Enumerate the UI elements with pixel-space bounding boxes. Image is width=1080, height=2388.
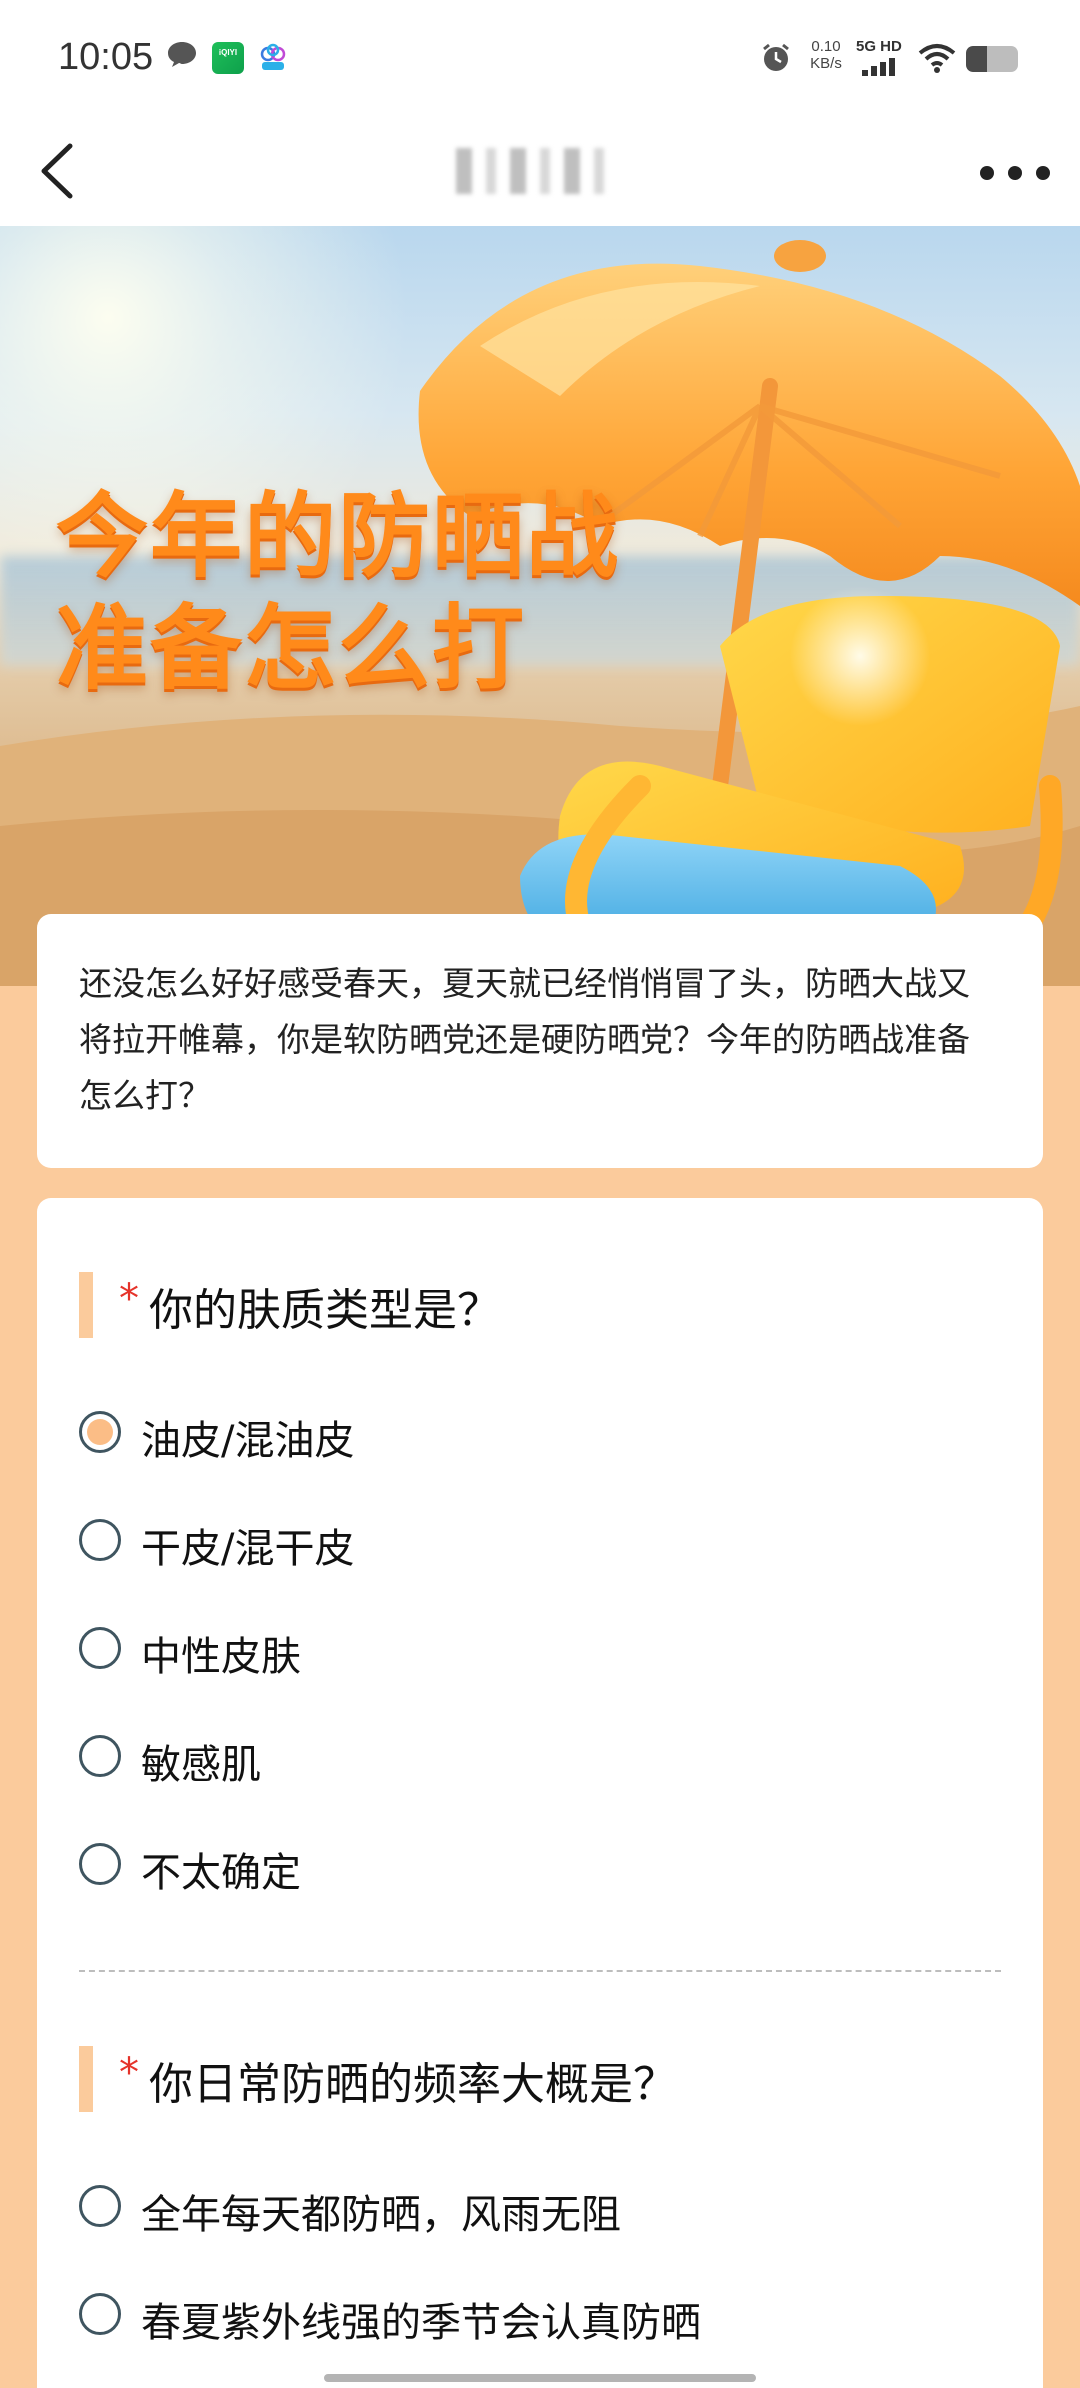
banner-title-line2: 准备怎么打	[56, 595, 527, 702]
question-accent-bar	[79, 1272, 93, 1338]
option-label: 敏感肌	[141, 1742, 261, 1788]
option-label: 全年每天都防晒，风雨无阻	[141, 2192, 621, 2238]
status-time: 10:05	[58, 36, 154, 78]
option-label: 春夏紫外线强的季节会认真防晒	[141, 2300, 701, 2346]
status-bar: 10:05 iQIYI 0.10 KB/s 5G HD	[0, 0, 1080, 118]
banner-image: 今年的防晒战 准备怎么打	[0, 226, 1080, 986]
chat-bubble-icon	[168, 42, 196, 67]
back-button[interactable]	[30, 136, 100, 206]
intro-text: 还没怎么好好感受春天，夏天就已经悄悄冒了头，防晒大战又将拉开帷幕，你是软防晒党还…	[79, 964, 970, 1115]
question-2-option-2[interactable]: 春夏紫外线强的季节会认真防晒	[79, 2284, 979, 2346]
question-1-option-4[interactable]: 敏感肌	[79, 1726, 979, 1788]
signal-label: 5G HD	[856, 38, 902, 55]
question-1-title: 你的肤质类型是？	[149, 1285, 501, 1336]
page-title-redacted	[440, 138, 620, 204]
question-2-option-1[interactable]: 全年每天都防晒，风雨无阻	[79, 2176, 979, 2238]
question-2-title: 你日常防晒的频率大概是？	[149, 2059, 677, 2110]
radio-selected-icon[interactable]	[79, 1411, 121, 1453]
net-speed-value: 0.10	[811, 38, 841, 55]
more-options-button[interactable]	[980, 148, 1050, 198]
more-dots-icon	[980, 166, 994, 180]
wifi-icon	[918, 44, 956, 73]
required-mark: *	[119, 2050, 139, 2096]
chevron-left-icon	[41, 143, 73, 199]
question-1-option-1[interactable]: 油皮/混油皮	[79, 1402, 979, 1464]
banner-title-line1: 今年的防晒战	[56, 483, 621, 590]
survey-card: * 你的肤质类型是？ 油皮/混油皮 干皮/混干皮 中性皮肤 敏感肌 不太确定 *…	[37, 1198, 1043, 2388]
nav-bar	[0, 118, 1080, 226]
signal-icon: 5G HD	[856, 38, 910, 78]
banner-title: 今年的防晒战 准备怎么打	[56, 481, 620, 705]
more-dot	[1008, 166, 1022, 180]
cloud-app-icon	[260, 43, 286, 70]
radio-icon[interactable]	[79, 1519, 121, 1561]
radio-icon[interactable]	[79, 1735, 121, 1777]
option-label: 不太确定	[141, 1850, 301, 1896]
home-indicator[interactable]	[324, 2374, 756, 2382]
required-mark: *	[119, 1276, 139, 1322]
alarm-icon	[763, 43, 789, 71]
net-speed-unit: KB/s	[810, 55, 842, 72]
radio-icon[interactable]	[79, 2293, 121, 2335]
battery-fill	[966, 46, 987, 72]
question-1-option-2[interactable]: 干皮/混干皮	[79, 1510, 979, 1572]
more-dot	[1036, 166, 1050, 180]
question-1-option-3[interactable]: 中性皮肤	[79, 1618, 979, 1680]
option-label: 干皮/混干皮	[141, 1526, 355, 1572]
radio-icon[interactable]	[79, 1843, 121, 1885]
radio-icon[interactable]	[79, 2185, 121, 2227]
option-label: 油皮/混油皮	[141, 1418, 355, 1464]
net-speed: 0.10 KB/s	[804, 38, 848, 72]
intro-card: 还没怎么好好感受春天，夏天就已经悄悄冒了头，防晒大战又将拉开帷幕，你是软防晒党还…	[37, 914, 1043, 1168]
iqiyi-app-icon: iQIYI	[212, 42, 244, 74]
question-1-header: * 你的肤质类型是？	[79, 1268, 999, 1338]
question-2-header: * 你日常防晒的频率大概是？	[79, 2042, 999, 2112]
question-accent-bar	[79, 2046, 93, 2112]
battery-icon	[966, 46, 1018, 72]
question-divider	[79, 1970, 1001, 1972]
question-1-option-5[interactable]: 不太确定	[79, 1834, 979, 1896]
iqiyi-label: iQIYI	[218, 48, 238, 57]
radio-icon[interactable]	[79, 1627, 121, 1669]
option-label: 中性皮肤	[141, 1634, 301, 1680]
